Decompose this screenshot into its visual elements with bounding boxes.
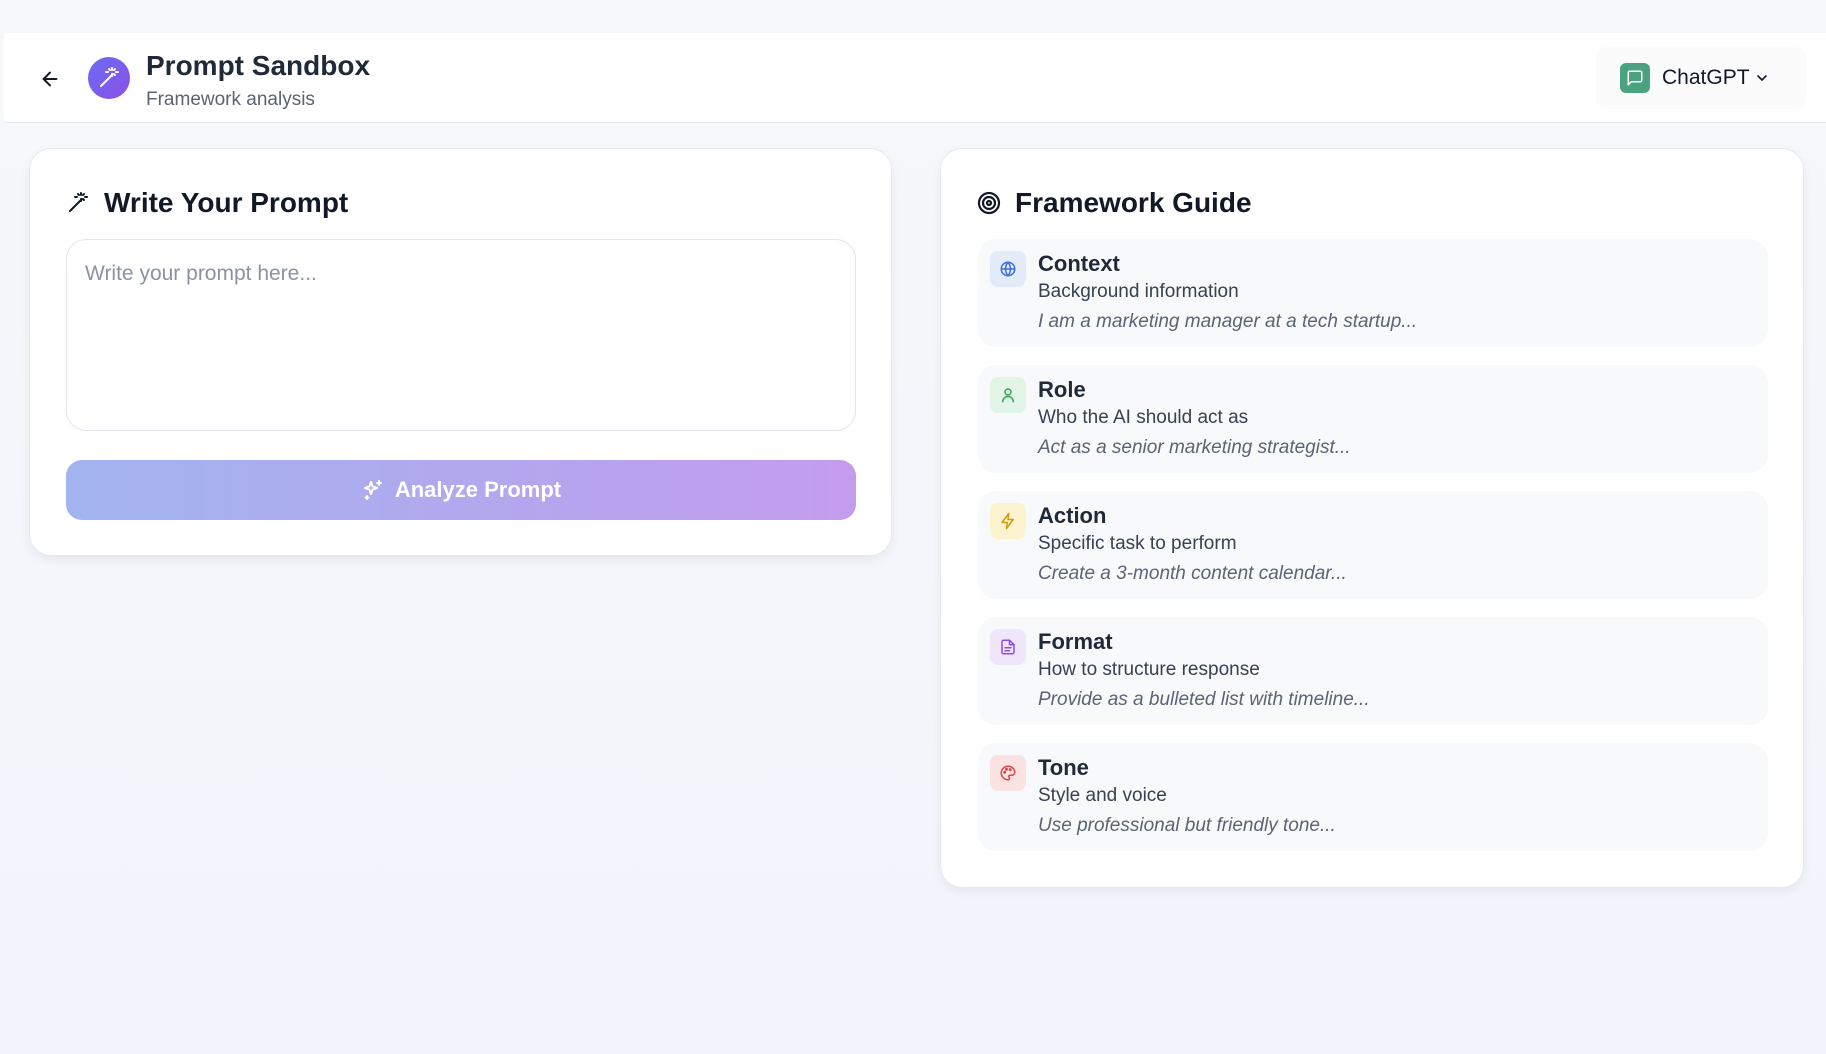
globe-icon [990,251,1026,287]
prompt-input[interactable] [66,239,856,431]
framework-item-description: Style and voice [1038,785,1167,806]
lightning-icon [990,503,1026,539]
magic-wand-icon [69,192,88,212]
framework-item-description: How to structure response [1038,659,1260,680]
analyze-prompt-button[interactable]: Analyze Prompt [66,460,856,520]
chevron-down-icon [1754,70,1770,86]
framework-item-name: Role [1038,377,1086,402]
model-selector[interactable]: ChatGPT [1596,47,1806,109]
framework-item-description: Background information [1038,281,1239,302]
framework-item-example: Use professional but friendly tone... [1038,815,1336,836]
framework-item-description: Who the AI should act as [1038,407,1249,428]
app-header: Prompt Sandbox Framework analysis ChatGP… [4,33,1826,123]
document-icon [990,629,1026,665]
page-title: Prompt Sandbox [146,50,371,81]
framework-item-format: Format How to structure response Provide… [978,617,1768,725]
prompt-card: Write Your Prompt Analyze Prompt [29,148,892,556]
target-icon [977,191,1001,215]
framework-item-context: Context Background information I am a ma… [978,239,1768,347]
model-icon [1620,63,1650,93]
palette-icon [990,755,1026,791]
framework-item-tone: Tone Style and voice Use professional bu… [978,743,1768,851]
framework-item-name: Format [1038,629,1113,654]
arrow-left-icon [42,71,58,87]
framework-item-example: Create a 3-month content calendar... [1038,563,1347,584]
analyze-prompt-label: Analyze Prompt [394,477,562,502]
framework-card-title: Framework Guide [1015,187,1252,218]
prompt-card-title: Write Your Prompt [104,187,349,218]
prompt-card-header: Write Your Prompt [66,187,348,219]
framework-item-example: I am a marketing manager at a tech start… [1038,311,1418,332]
framework-item-name: Tone [1038,755,1089,780]
chat-bubble-icon [1627,70,1643,86]
framework-item-action: Action Specific task to perform Create a… [978,491,1768,599]
framework-card-header: Framework Guide [977,187,1252,219]
user-icon [990,377,1026,413]
framework-item-example: Provide as a bulleted list with timeline… [1038,689,1370,710]
magic-wand-icon [100,67,119,87]
framework-item-description: Specific task to perform [1038,533,1237,554]
back-button[interactable] [34,63,66,95]
model-label: ChatGPT [1662,66,1750,89]
framework-list: Context Background information I am a ma… [978,239,1768,869]
sparkles-icon [361,478,385,502]
app-logo [88,57,130,99]
framework-item-role: Role Who the AI should act as Act as a s… [978,365,1768,473]
framework-item-name: Context [1038,251,1120,276]
page: Prompt Sandbox Framework analysis ChatGP… [0,0,1826,1054]
framework-item-name: Action [1038,503,1107,528]
framework-item-example: Act as a senior marketing strategist... [1038,437,1351,458]
page-subtitle: Framework analysis [146,89,315,110]
framework-card: Framework Guide Context Background infor… [940,148,1804,888]
